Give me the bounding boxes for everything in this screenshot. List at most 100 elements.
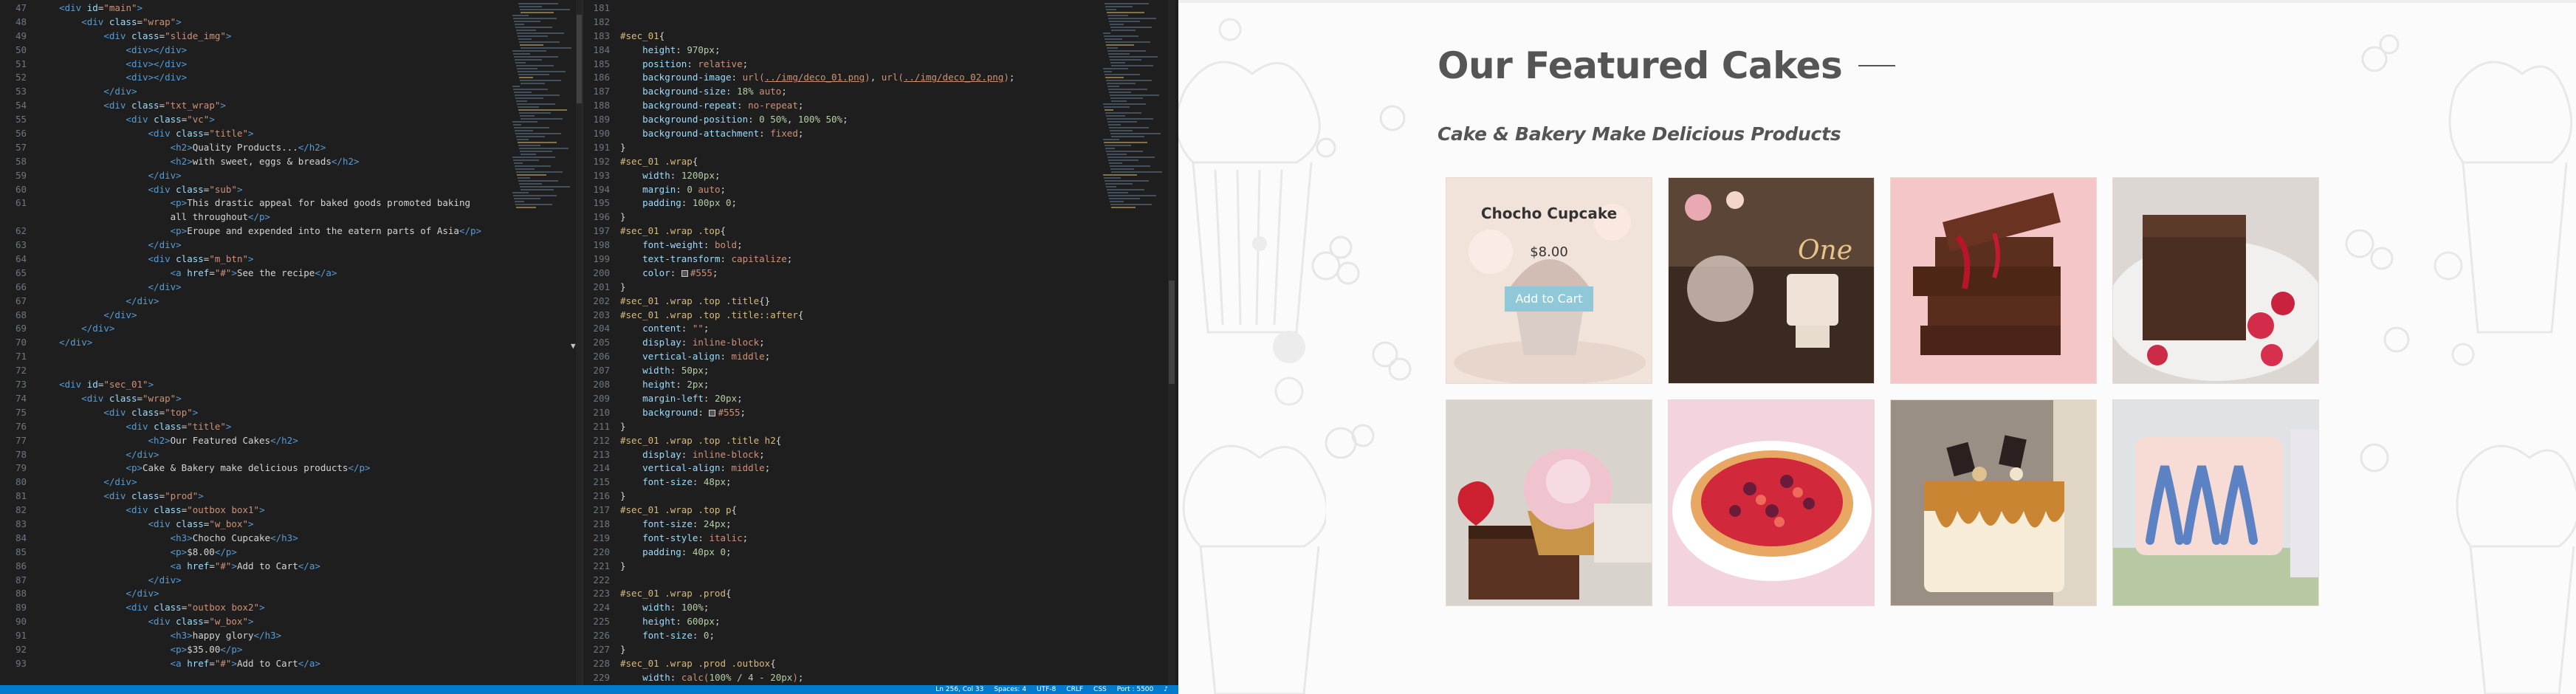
- code-line[interactable]: 59 </div>: [0, 169, 583, 183]
- code-text[interactable]: <div id="sec_01">: [37, 379, 154, 390]
- css-editor-pane[interactable]: 181 182 183 #sec_01{184 height: 970px; 185 p…: [583, 0, 1178, 685]
- status-language[interactable]: CSS: [1093, 685, 1107, 694]
- code-text[interactable]: height: 600px;: [620, 616, 720, 627]
- bell-icon[interactable]: ♪: [1164, 685, 1168, 694]
- code-text[interactable]: <p>$35.00</p>: [37, 644, 243, 655]
- code-text[interactable]: background-size: 18% auto;: [620, 86, 787, 97]
- code-text[interactable]: </div>: [37, 281, 182, 292]
- code-text[interactable]: <a href="#">Add to Cart</a>: [37, 560, 320, 571]
- code-line[interactable]: 66 </div>: [0, 281, 583, 295]
- code-line[interactable]: 77 <h2>Our Featured Cakes</h2>: [0, 434, 583, 448]
- code-line[interactable]: 73 <div id="sec_01">: [0, 378, 583, 392]
- code-line[interactable]: 47 <div id="main">: [0, 1, 583, 16]
- code-line[interactable]: 194 margin: 0 auto;: [583, 183, 1178, 197]
- code-line[interactable]: 191}: [583, 141, 1178, 155]
- code-line[interactable]: 76 <div class="title">: [0, 420, 583, 434]
- code-line[interactable]: 93 <a href="#">Add to Cart</a>: [0, 657, 583, 671]
- code-text[interactable]: <div class="top">: [37, 407, 198, 418]
- product-card[interactable]: [2112, 177, 2319, 384]
- code-line[interactable]: 188 background-repeat: no-repeat;: [583, 99, 1178, 113]
- code-text[interactable]: </div>: [37, 309, 137, 320]
- code-line[interactable]: 226 font-size: 0;: [583, 629, 1178, 643]
- code-line[interactable]: 214 vertical-align: middle;: [583, 461, 1178, 475]
- code-text[interactable]: <div class="outbox box2">: [37, 602, 264, 613]
- code-line[interactable]: 70 </div>: [0, 336, 583, 350]
- code-text[interactable]: <div class="txt_wrap">: [37, 100, 226, 111]
- add-to-cart-button[interactable]: Add to Cart: [1505, 286, 1593, 312]
- status-indent[interactable]: Spaces: 4: [994, 685, 1026, 694]
- status-eol[interactable]: CRLF: [1066, 685, 1083, 694]
- code-text[interactable]: display: inline-block;: [620, 449, 765, 460]
- product-card[interactable]: Chocho Cupcake $8.00 Add to Cart: [1446, 177, 1652, 384]
- code-text[interactable]: <p>Cake & Bakery make delicious products…: [37, 462, 370, 473]
- product-card[interactable]: [1668, 399, 1875, 606]
- code-line[interactable]: 209 margin-left: 20px;: [583, 392, 1178, 406]
- code-line[interactable]: 225 height: 600px;: [583, 615, 1178, 629]
- code-line[interactable]: 193 width: 1200px;: [583, 169, 1178, 183]
- code-line[interactable]: 62 <p>Eroupe and expended into the eater…: [0, 224, 583, 238]
- code-line[interactable]: 58 <h2>with sweet, eggs & breads</h2>: [0, 155, 583, 169]
- code-line[interactable]: 219 font-style: italic;: [583, 532, 1178, 546]
- code-text[interactable]: width: 50px;: [620, 365, 709, 376]
- code-line[interactable]: 54 <div class="txt_wrap">: [0, 99, 583, 113]
- code-text[interactable]: vertical-align: middle;: [620, 351, 770, 362]
- code-line[interactable]: 224 width: 100%;: [583, 601, 1178, 615]
- code-text[interactable]: <p>This drastic appeal for baked goods p…: [37, 197, 470, 208]
- code-line[interactable]: 65 <a href="#">See the recipe</a>: [0, 267, 583, 281]
- code-line[interactable]: 51 <div></div>: [0, 58, 583, 72]
- code-text[interactable]: </div>: [37, 86, 137, 97]
- code-line[interactable]: 213 display: inline-block;: [583, 448, 1178, 462]
- product-card[interactable]: [1446, 399, 1652, 606]
- code-text[interactable]: <div class="title">: [37, 421, 231, 432]
- code-editor[interactable]: 47 <div id="main"> 48 <div class="wrap"> 4…: [0, 0, 1178, 694]
- product-card[interactable]: [1890, 399, 2097, 606]
- css-minimap[interactable]: [1100, 0, 1167, 685]
- code-line[interactable]: 221}: [583, 560, 1178, 574]
- code-text[interactable]: }: [620, 490, 626, 501]
- code-text[interactable]: <div class="vc">: [37, 114, 214, 125]
- code-text[interactable]: <h3>happy glory</h3>: [37, 630, 282, 641]
- code-line[interactable]: 203 #sec_01 .wrap .top .title::after{: [583, 309, 1178, 323]
- code-text[interactable]: <a href="#">Add to Cart</a>: [37, 658, 320, 669]
- code-text[interactable]: <div class="title">: [37, 128, 254, 139]
- code-text[interactable]: padding: 40px 0;: [620, 546, 731, 557]
- code-text[interactable]: <div class="outbox box1">: [37, 504, 264, 515]
- code-text[interactable]: #sec_01 .wrap .prod .outbox{: [620, 658, 776, 669]
- code-text[interactable]: font-size: 0;: [620, 630, 715, 641]
- code-line[interactable]: 184 height: 970px;: [583, 44, 1178, 58]
- code-line[interactable]: 71: [0, 350, 583, 364]
- code-text[interactable]: width: 100%;: [620, 602, 709, 613]
- code-text[interactable]: background-repeat: no-repeat;: [620, 100, 803, 111]
- code-text[interactable]: }: [620, 560, 626, 571]
- code-text[interactable]: </div>: [37, 588, 159, 599]
- code-line[interactable]: 207 width: 50px;: [583, 364, 1178, 378]
- code-line[interactable]: 206 vertical-align: middle;: [583, 350, 1178, 364]
- code-line[interactable]: 222: [583, 574, 1178, 588]
- code-text[interactable]: background-image: url(../img/deco_01.png…: [620, 72, 1014, 83]
- code-line[interactable]: 216}: [583, 489, 1178, 504]
- code-line[interactable]: 196}: [583, 210, 1178, 224]
- code-text[interactable]: </div>: [37, 337, 92, 348]
- code-line[interactable]: 63 </div>: [0, 238, 583, 252]
- code-line[interactable]: 211}: [583, 420, 1178, 434]
- code-text[interactable]: <div></div>: [37, 72, 187, 83]
- code-line[interactable]: 228 #sec_01 .wrap .prod .outbox{: [583, 657, 1178, 671]
- code-line[interactable]: 223 #sec_01 .wrap .prod{: [583, 587, 1178, 601]
- code-line[interactable]: 200 color: #555;: [583, 267, 1178, 281]
- code-line[interactable]: 49 <div class="slide_img">: [0, 30, 583, 44]
- code-text[interactable]: margin: 0 auto;: [620, 184, 726, 195]
- code-line[interactable]: 215 font-size: 48px;: [583, 475, 1178, 489]
- code-text[interactable]: </div>: [37, 574, 182, 585]
- code-line[interactable]: 90 <div class="w_box">: [0, 615, 583, 629]
- code-text[interactable]: #sec_01 .wrap .top{: [620, 225, 726, 236]
- code-text[interactable]: font-size: 24px;: [620, 518, 731, 529]
- code-text[interactable]: }: [620, 644, 626, 655]
- code-text[interactable]: <div class="wrap">: [37, 16, 182, 27]
- code-line[interactable]: 87 </div>: [0, 574, 583, 588]
- code-text[interactable]: #sec_01{: [620, 30, 664, 41]
- code-text[interactable]: <h2>with sweet, eggs & breads</h2>: [37, 156, 360, 167]
- code-text[interactable]: content: "";: [620, 323, 709, 334]
- code-line[interactable]: 85 <p>$8.00</p>: [0, 546, 583, 560]
- code-text[interactable]: <h2>Quality Products...</h2>: [37, 142, 326, 153]
- html-editor-pane[interactable]: 47 <div id="main"> 48 <div class="wrap"> 4…: [0, 0, 583, 685]
